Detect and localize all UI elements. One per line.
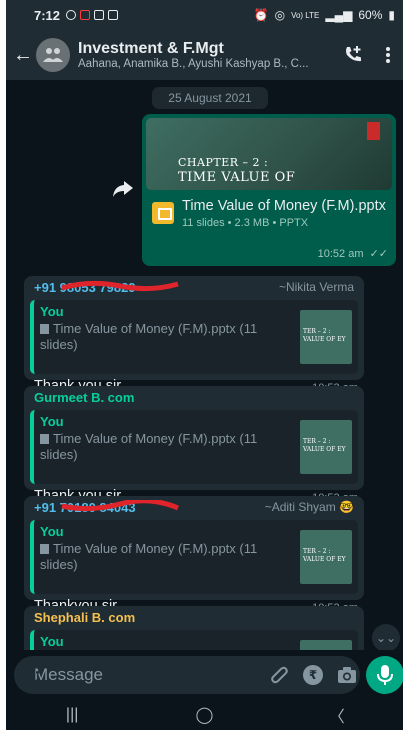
whatsapp-notification-icon <box>66 10 77 20</box>
gallery-notification-icon <box>108 10 119 20</box>
microphone-icon <box>377 665 393 685</box>
document-preview[interactable]: CHAPTER – 2 : TIME VALUE OF <box>146 118 392 190</box>
quote-thumbnail: TER – 2 : VALUE OF EY <box>300 310 352 364</box>
quote-thumbnail: TER – 2 : VALUE OF EY <box>300 530 352 584</box>
quote-text-value: Time Value of Money (F.M).pptx (11 slide… <box>40 321 258 352</box>
header-actions <box>343 45 391 65</box>
incoming-message[interactable]: +91 70180 84043 ~Aditi Shyam 🤓 You Time … <box>24 496 364 614</box>
sender-pushname: ~Aditi Shyam 🤓 <box>264 500 354 514</box>
slide-marker <box>367 122 380 140</box>
double-check-icon: ✓✓ <box>369 248 388 260</box>
preview-line-2: TIME VALUE OF <box>178 170 296 185</box>
quote-author: You <box>40 304 64 319</box>
add-call-icon[interactable] <box>343 45 363 65</box>
quote-text: Time Value of Money (F.M).pptx (11 slide… <box>40 431 294 463</box>
camera-icon[interactable] <box>337 664 357 686</box>
back-nav-icon[interactable]: 〈 <box>317 703 357 727</box>
payment-rupee-icon[interactable]: ₹ <box>303 664 323 686</box>
phone-screen: 7:12 ⏰ ◎ Vo) LTE ▂▄▆ 60% ▮ ← Investment … <box>6 0 403 730</box>
quote-thumb-text: TER – 2 : VALUE OF EY <box>303 548 346 563</box>
date-divider: 25 August 2021 <box>152 87 268 109</box>
sender-name: Shephali B. com <box>34 610 136 625</box>
chat-participants: Aahana, Anamika B., Ayushi Kashyap B., C… <box>78 58 309 70</box>
status-right: ⏰ ◎ Vo) LTE ▂▄▆ 60% ▮ <box>254 8 395 22</box>
sender-contact[interactable]: Shephali B. com <box>30 610 358 628</box>
system-navigation-bar: ||| ◯ 〈 <box>6 700 403 730</box>
incoming-message[interactable]: Gurmeet B. com You Time Value of Money (… <box>24 386 364 504</box>
group-avatar[interactable] <box>36 38 70 72</box>
slides-file-icon <box>152 202 174 224</box>
home-icon[interactable]: ◯ <box>184 705 224 725</box>
quote-thumb-text: TER – 2 : VALUE OF EY <box>303 328 346 343</box>
redaction-scribble <box>61 280 179 292</box>
status-bar: 7:12 ⏰ ◎ Vo) LTE ▂▄▆ 60% ▮ <box>6 0 403 30</box>
quoted-message[interactable]: You Time Value of Money (F.M).pptx (11 s… <box>30 300 358 374</box>
quoted-message[interactable]: You Time Value of Money (F.M).pptx (11 s… <box>30 520 358 594</box>
chat-title: Investment & F.Mgt <box>78 40 224 57</box>
document-meta: 11 slides • 2.3 MB • PPTX <box>182 217 309 229</box>
screen-record-icon <box>80 10 91 20</box>
quote-thumbnail: TER – 2 : VALUE OF EY <box>300 420 352 474</box>
message-input[interactable] <box>34 665 255 685</box>
quote-author: You <box>40 634 64 649</box>
incoming-message[interactable]: Shephali B. com You <box>24 606 364 650</box>
document-icon <box>40 324 49 334</box>
sender-pushname: ~Nikita Verma <box>278 280 354 294</box>
document-row[interactable]: Time Value of Money (F.M).pptx 11 slides… <box>146 190 392 229</box>
quote-thumb-text: TER – 2 : VALUE OF EY <box>303 438 346 453</box>
signal-icon: ▂▄▆ <box>325 8 353 22</box>
attach-icon[interactable] <box>269 664 289 686</box>
recent-apps-icon[interactable]: ||| <box>52 706 92 724</box>
sender-name: Gurmeet B. com <box>34 390 135 405</box>
network-label: Vo) LTE <box>291 10 320 20</box>
battery-level: 60% <box>358 8 383 22</box>
chat-info[interactable]: Investment & F.Mgt Aahana, Anamika B., A… <box>78 40 343 70</box>
document-icon <box>40 544 49 554</box>
chat-area[interactable]: 25 August 2021 CHAPTER – 2 : TIME VALUE … <box>6 80 403 650</box>
quote-author: You <box>40 524 64 539</box>
quoted-message[interactable]: You <box>30 630 358 650</box>
sender-phone[interactable]: +91 70180 84043 ~Aditi Shyam 🤓 <box>30 500 358 518</box>
redaction-scribble <box>61 500 179 512</box>
sender-contact[interactable]: Gurmeet B. com <box>30 390 358 408</box>
document-name: Time Value of Money (F.M).pptx <box>182 198 386 214</box>
quoted-message[interactable]: You Time Value of Money (F.M).pptx (11 s… <box>30 410 358 484</box>
hotspot-icon: ◎ <box>274 8 286 22</box>
document-icon <box>40 434 49 444</box>
incoming-message[interactable]: +91 98053 79829 ~Nikita Verma You Time V… <box>24 276 364 394</box>
quote-text: Time Value of Money (F.M).pptx (11 slide… <box>40 541 294 573</box>
voice-record-button[interactable] <box>366 656 403 694</box>
forward-icon[interactable] <box>112 180 136 204</box>
more-options-icon[interactable] <box>385 46 391 64</box>
back-arrow-icon[interactable]: ← <box>10 44 36 67</box>
battery-icon: ▮ <box>388 8 395 22</box>
preview-line-1: CHAPTER – 2 : <box>178 156 269 169</box>
quote-text-value: Time Value of Money (F.M).pptx (11 slide… <box>40 541 258 572</box>
quote-thumbnail <box>300 640 352 650</box>
quote-text: Time Value of Money (F.M).pptx (11 slide… <box>40 321 294 353</box>
quote-text-value: Time Value of Money (F.M).pptx (11 slide… <box>40 431 258 462</box>
message-time: 10:52 am ✓✓ <box>318 247 388 260</box>
chevron-double-down-icon: ⌄⌄ <box>375 631 397 645</box>
quote-author: You <box>40 414 64 429</box>
notification-icons <box>66 10 119 20</box>
outgoing-document-message[interactable]: CHAPTER – 2 : TIME VALUE OF Time Value o… <box>142 114 396 266</box>
alarm-icon: ⏰ <box>253 8 269 22</box>
chat-header: ← Investment & F.Mgt Aahana, Anamika B.,… <box>6 30 403 80</box>
group-people-icon <box>43 48 63 62</box>
status-time: 7:12 <box>34 7 61 23</box>
message-time-text: 10:52 am <box>317 248 364 260</box>
sender-phone[interactable]: +91 98053 79829 ~Nikita Verma <box>30 280 358 298</box>
message-notification-icon <box>94 10 105 20</box>
message-composer: ₹ <box>14 656 360 694</box>
scroll-down-button[interactable]: ⌄⌄ <box>372 624 400 650</box>
